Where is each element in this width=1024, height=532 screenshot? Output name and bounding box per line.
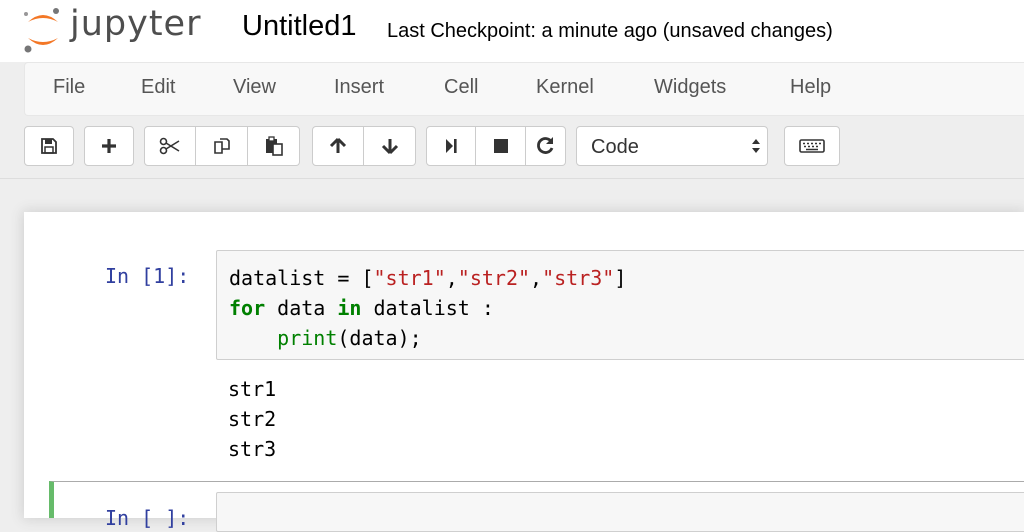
move-down-button[interactable] <box>364 126 416 166</box>
notebook-title[interactable]: Untitled1 <box>242 10 356 43</box>
output-line: str2 <box>228 407 277 431</box>
header-divider <box>0 178 1024 179</box>
step-forward-icon <box>446 139 457 153</box>
run-button[interactable] <box>426 126 476 166</box>
menu-help[interactable]: Help <box>790 76 831 99</box>
menu-cell[interactable]: Cell <box>444 76 478 99</box>
jupyter-logo[interactable]: jupyter <box>22 4 212 54</box>
command-palette-button[interactable] <box>784 126 840 166</box>
header: jupyter Untitled1 Last Checkpoint: a min… <box>0 0 1024 62</box>
select-arrows-icon <box>752 139 760 153</box>
plus-icon <box>102 139 116 153</box>
restart-icon <box>536 137 553 154</box>
copy-icon <box>213 138 230 154</box>
output-line: str3 <box>228 437 277 461</box>
cut-button[interactable] <box>144 126 196 166</box>
menu-edit[interactable]: Edit <box>141 76 175 99</box>
menu-kernel[interactable]: Kernel <box>536 76 594 99</box>
move-up-button[interactable] <box>312 126 364 166</box>
copy-button[interactable] <box>196 126 248 166</box>
toolbar: Code <box>0 124 1024 170</box>
stop-icon <box>493 139 508 153</box>
code-cell-input[interactable] <box>216 492 1024 532</box>
cell-prompt: In [ ]: <box>105 506 190 530</box>
cell-output: str1 str2 str3 <box>228 374 276 464</box>
paste-icon <box>265 136 283 156</box>
keyboard-icon <box>799 139 825 153</box>
code-cell-input[interactable]: datalist = ["str1","str2","str3"] for da… <box>216 250 1024 360</box>
menu-view[interactable]: View <box>233 76 276 99</box>
restart-button[interactable] <box>526 126 566 166</box>
save-button[interactable] <box>24 126 74 166</box>
menubar: File Edit View Insert Cell Kernel Widget… <box>24 62 1024 116</box>
cell-type-value: Code <box>591 136 639 158</box>
menu-insert[interactable]: Insert <box>334 76 384 99</box>
code-content: datalist = ["str1","str2","str3"] for da… <box>229 266 627 350</box>
save-icon <box>41 138 57 154</box>
insert-cell-button[interactable] <box>84 126 134 166</box>
cell-type-select[interactable]: Code <box>576 126 768 166</box>
output-line: str1 <box>228 377 277 401</box>
arrow-down-icon <box>381 139 398 155</box>
checkpoint-status: Last Checkpoint: a minute ago (unsaved c… <box>387 20 833 42</box>
jupyter-logo-icon <box>24 8 59 53</box>
arrow-up-icon <box>329 137 347 153</box>
logo-text: jupyter <box>70 4 202 44</box>
cell-prompt: In [1]: <box>105 264 190 288</box>
menu-file[interactable]: File <box>53 76 85 99</box>
menu-widgets[interactable]: Widgets <box>654 76 726 99</box>
interrupt-button[interactable] <box>476 126 526 166</box>
paste-button[interactable] <box>248 126 300 166</box>
scissors-icon <box>159 137 180 155</box>
